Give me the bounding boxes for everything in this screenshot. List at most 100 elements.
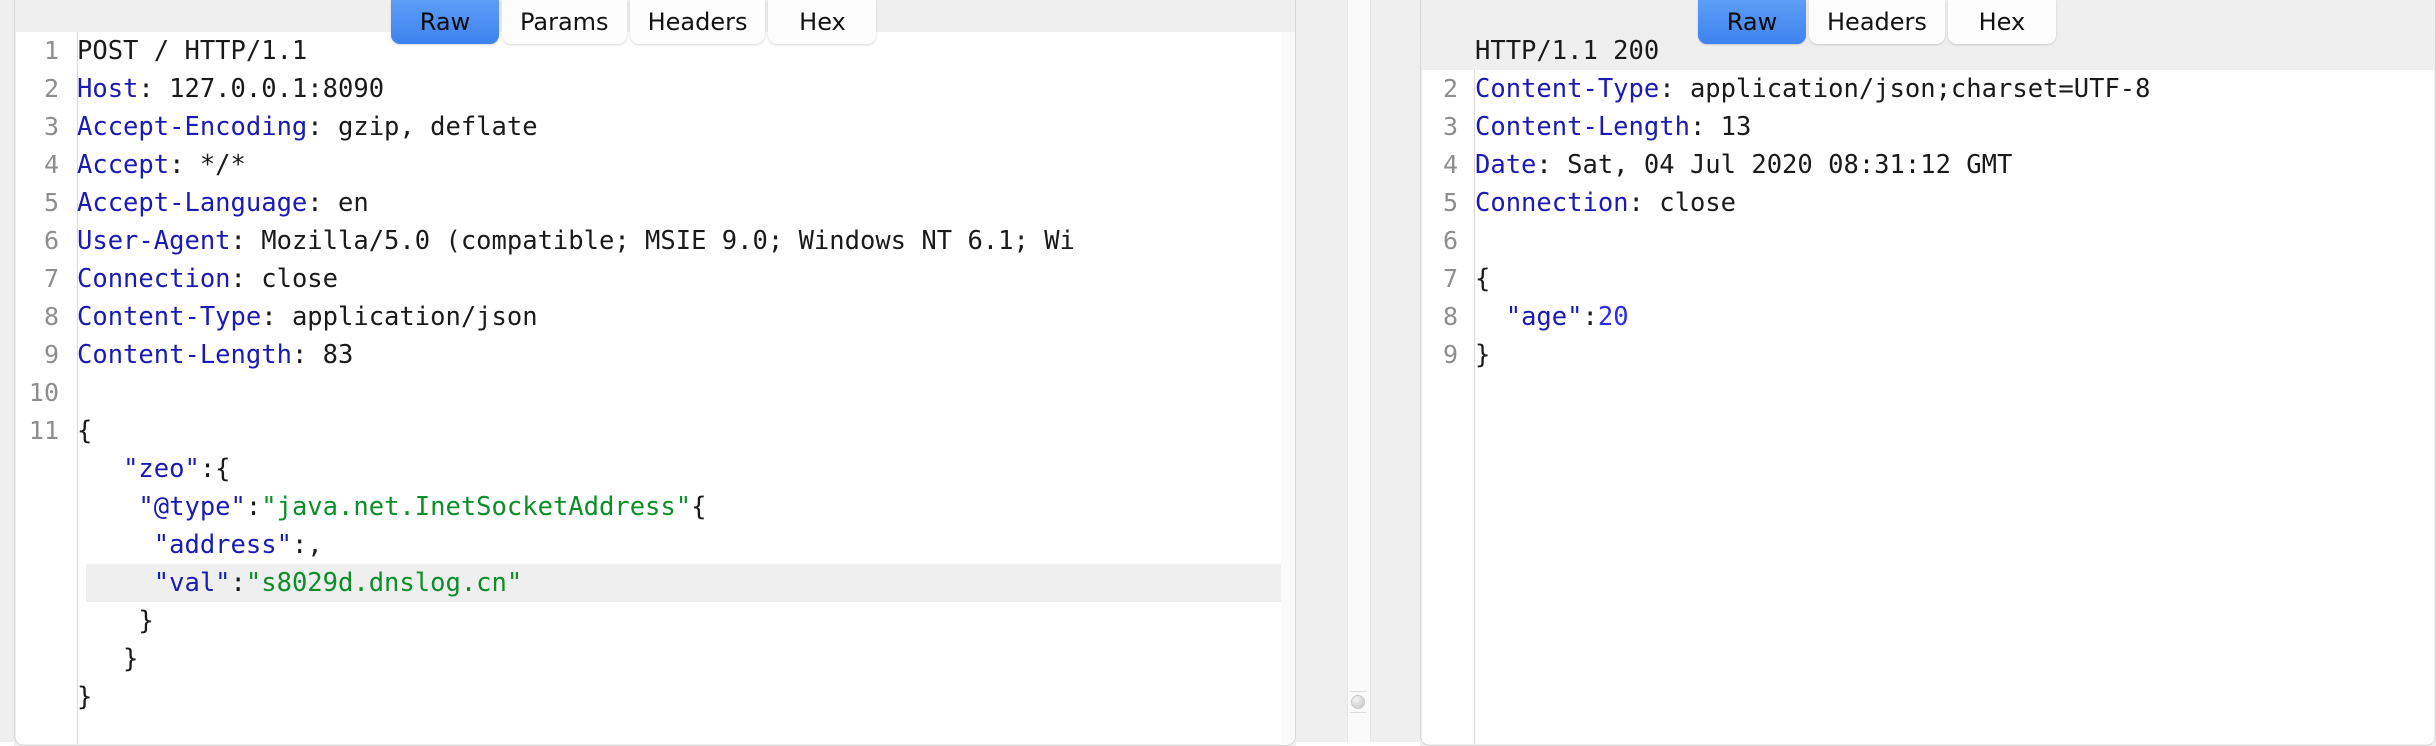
request-tab-params[interactable]: Params [502, 0, 627, 44]
code-line[interactable]: } [16, 678, 1294, 716]
line-text: Content-Length: 83 [68, 336, 1294, 374]
code-token: : Mozilla/5.0 (compatible; MSIE 9.0; Win… [230, 226, 1075, 256]
code-token: "@type" [138, 492, 246, 522]
splitter-grip-icon[interactable] [1350, 691, 1366, 713]
line-number: 4 [43, 150, 59, 179]
line-text: "zeo":{ [68, 450, 1294, 488]
request-tab-hex[interactable]: Hex [768, 0, 877, 44]
code-token: } [77, 606, 154, 636]
code-token: Connection [1475, 188, 1629, 218]
request-tab-raw[interactable]: Raw [391, 0, 499, 44]
code-token: : gzip, deflate [307, 112, 538, 142]
code-line[interactable]: 7{ [1422, 260, 2434, 298]
line-text: Host: 127.0.0.1:8090 [68, 70, 1294, 108]
code-token: Content-Type [1475, 74, 1660, 104]
code-token: : */* [169, 150, 246, 180]
code-line[interactable]: "@type":"java.net.InetSocketAddress"{ [16, 488, 1294, 526]
response-tab-headers[interactable]: Headers [1809, 0, 1945, 44]
line-text: Connection: close [1466, 184, 2434, 222]
code-line[interactable]: "zeo":{ [16, 450, 1294, 488]
code-line[interactable]: 2 Host: 127.0.0.1:8090 [16, 70, 1294, 108]
line-text: Content-Type: application/json;charset=U… [1466, 70, 2434, 108]
line-text: Content-Length: 13 [1466, 108, 2434, 146]
code-line[interactable]: 5 Accept-Language: en [16, 184, 1294, 222]
code-line[interactable]: 3 Accept-Encoding: gzip, deflate [16, 108, 1294, 146]
code-token: "age" [1505, 302, 1583, 332]
code-token: : [1582, 302, 1598, 332]
code-token: Content-Type [77, 302, 262, 332]
request-editor[interactable]: 1 POST / HTTP/1.1 2 Host: 127.0.0.1:8090 3 Ac… [16, 32, 1294, 744]
code-token: "s8029d.dnslog.cn" [245, 568, 523, 598]
line-text: "address":, [68, 526, 1294, 564]
code-token: : Sat, 04 Jul 2020 08:31:12 GMT [1536, 150, 2013, 180]
response-panel-frame: 1HTTP/1.1 2002Content-Type: application/… [1420, 0, 2436, 746]
line-number: 5 [1442, 188, 1458, 217]
line-text: Connection: close [68, 260, 1294, 298]
code-line[interactable]: 6 User-Agent: Mozilla/5.0 (compatible; MS… [16, 222, 1294, 260]
response-tabstrip[interactable]: Raw Headers Hex [1698, 0, 2056, 46]
code-token: : close [230, 264, 338, 294]
code-token: Content-Length [1475, 112, 1690, 142]
response-tab-raw[interactable]: Raw [1698, 0, 1806, 44]
line-text: { [68, 412, 1294, 450]
code-token: HTTP/1.1 200 [1475, 36, 1660, 66]
line-number: 3 [1442, 112, 1458, 141]
line-number: 9 [43, 340, 59, 369]
code-token: :, [291, 530, 323, 560]
line-text: Content-Type: application/json [68, 298, 1294, 336]
request-tab-headers[interactable]: Headers [629, 0, 766, 44]
code-token: Content-Length [77, 340, 292, 370]
request-code-area[interactable]: 1 POST / HTTP/1.1 2 Host: 127.0.0.1:8090 3 Ac… [16, 32, 1294, 744]
code-line[interactable]: 8 Content-Type: application/json [16, 298, 1294, 336]
response-code-area[interactable]: 1HTTP/1.1 2002Content-Type: application/… [1422, 32, 2434, 744]
code-line[interactable]: 11 { [16, 412, 1294, 450]
line-number: 3 [43, 112, 59, 141]
line-number: 8 [1442, 302, 1458, 331]
response-panel: 1HTTP/1.1 2002Content-Type: application/… [1420, 0, 2436, 746]
code-line[interactable]: 6 [1422, 222, 2434, 260]
code-token: } [1475, 340, 1491, 370]
request-tabstrip[interactable]: Raw Params Headers Hex [391, 0, 877, 46]
code-line[interactable]: "val":"s8029d.dnslog.cn" [16, 564, 1294, 602]
line-number: 2 [1442, 74, 1458, 103]
code-line[interactable]: 5 Connection: close [1422, 184, 2434, 222]
line-text: Accept-Language: en [68, 184, 1294, 222]
code-line[interactable]: 9} [1422, 336, 2434, 374]
code-token: "zeo" [123, 454, 200, 484]
code-line[interactable]: 4 Accept: */* [16, 146, 1294, 184]
code-token: : 127.0.0.1:8090 [138, 74, 385, 104]
code-line[interactable]: 7 Connection: close [16, 260, 1294, 298]
splitter-track[interactable] [1347, 0, 1371, 742]
tab-label: Hex [799, 8, 846, 36]
panel-splitter[interactable] [1296, 0, 1420, 742]
line-number: 10 [28, 378, 59, 407]
code-token: "java.net.InetSocketAddress" [261, 492, 692, 522]
line-text: } [1466, 336, 2434, 374]
code-token: : [230, 568, 246, 598]
code-token: : application/json [261, 302, 538, 332]
line-number: 9 [1442, 340, 1458, 369]
code-line[interactable]: "address":, [16, 526, 1294, 564]
http-message-viewer: 1 POST / HTTP/1.1 2 Host: 127.0.0.1:8090 3 Ac… [0, 0, 2436, 746]
code-token: POST / HTTP/1.1 [77, 36, 308, 66]
code-token: Accept-Language [77, 188, 308, 218]
code-line[interactable]: 8 "age":20 [1422, 298, 2434, 336]
code-token: Accept [77, 150, 170, 180]
code-line[interactable]: 4 Date: Sat, 04 Jul 2020 08:31:12 GMT [1422, 146, 2434, 184]
response-tab-hex[interactable]: Hex [1947, 0, 2056, 44]
code-line[interactable]: 2 Content-Type: application/json;charset=… [1422, 70, 2434, 108]
code-line[interactable]: 10 [16, 374, 1294, 412]
code-token: "val" [153, 568, 231, 598]
code-line[interactable]: 9 Content-Length: 83 [16, 336, 1294, 374]
request-panel: 1 POST / HTTP/1.1 2 Host: 127.0.0.1:8090 3 Ac… [14, 0, 1296, 746]
line-text: "val":"s8029d.dnslog.cn" [68, 564, 1294, 602]
response-editor[interactable]: 1HTTP/1.1 2002Content-Type: application/… [1422, 32, 2434, 744]
code-line[interactable]: } [16, 640, 1294, 678]
line-text: Date: Sat, 04 Jul 2020 08:31:12 GMT [1466, 146, 2434, 184]
tab-label: Params [520, 8, 609, 36]
code-line[interactable]: } [16, 602, 1294, 640]
code-line[interactable]: 3 Content-Length: 13 [1422, 108, 2434, 146]
code-token: "address" [153, 530, 292, 560]
